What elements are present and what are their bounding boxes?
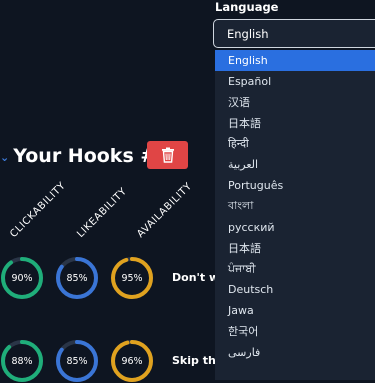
language-select-value: English (227, 27, 269, 41)
score-ring-likeability: 85% (55, 256, 99, 300)
score-ring-likeability: 85% (55, 339, 99, 383)
column-header-clickability: CLICKABILITY (8, 180, 68, 240)
language-option[interactable]: العربية (215, 154, 375, 175)
score-value: 88% (0, 339, 44, 383)
language-option[interactable]: Jawa (215, 300, 375, 321)
language-option[interactable]: 日本語 (215, 238, 375, 259)
language-option[interactable]: English (215, 50, 375, 71)
score-ring-availability: 95% (110, 256, 154, 300)
score-value: 85% (55, 339, 99, 383)
language-option[interactable]: ਪੰਜਾਬੀ (215, 258, 375, 279)
language-dropdown-menu[interactable]: English Español 汉语 日本語 हिन्दी العربية Po… (215, 50, 375, 380)
score-ring-availability: 96% (110, 339, 154, 383)
score-value: 95% (110, 256, 154, 300)
language-option[interactable]: 한국어 (215, 321, 375, 342)
score-value: 85% (55, 256, 99, 300)
language-option[interactable]: বাংলা (215, 196, 375, 217)
language-option[interactable]: हिन्दी (215, 133, 375, 154)
score-value: 90% (0, 256, 44, 300)
language-option[interactable]: 日本語 (215, 113, 375, 134)
language-option[interactable]: русский (215, 217, 375, 238)
delete-button[interactable] (147, 141, 188, 169)
score-ring-clickability: 88% (0, 339, 44, 383)
language-option[interactable]: Português (215, 175, 375, 196)
language-select[interactable]: English (213, 19, 375, 48)
page-title: ⌄ Your Hooks #1 (0, 141, 170, 171)
language-option[interactable]: Español (215, 71, 375, 92)
score-value: 96% (110, 339, 154, 383)
score-ring-clickability: 90% (0, 256, 44, 300)
language-option[interactable]: 汉语 (215, 92, 375, 113)
language-option[interactable]: فارسی (215, 342, 375, 363)
language-label: Language (215, 0, 279, 14)
language-option[interactable]: Deutsch (215, 279, 375, 300)
column-header-likeability: LIKEABILITY (75, 186, 129, 240)
chevron-down-icon[interactable]: ⌄ (0, 151, 9, 164)
column-header-availability: AVAILABILITY (135, 181, 194, 240)
trash-icon (161, 147, 175, 163)
